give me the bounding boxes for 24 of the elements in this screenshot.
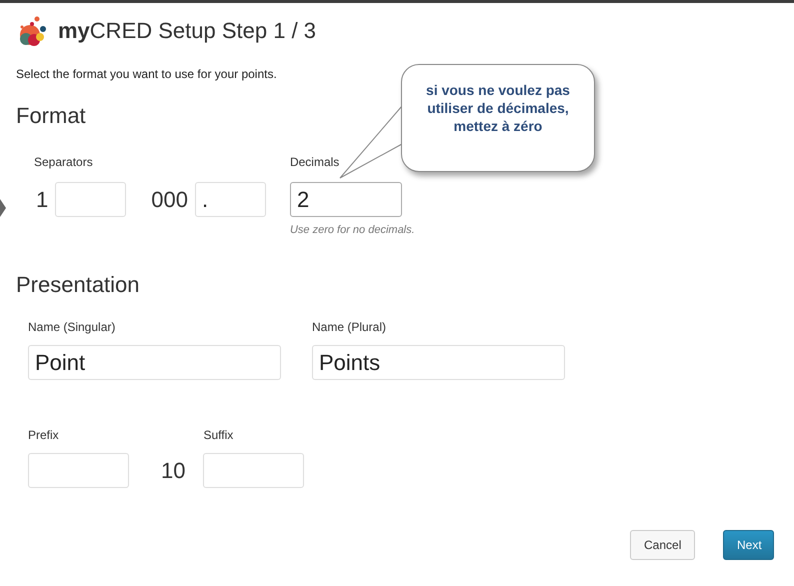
- intro-text: Select the format you want to use for your points.: [16, 67, 278, 81]
- suffix-field[interactable]: [203, 453, 304, 488]
- name-field[interactable]: Point: [28, 345, 281, 380]
- number-sample: 000: [151, 186, 188, 212]
- cancel-button[interactable]: Cancel: [630, 530, 695, 560]
- field-label: Prefix: [28, 428, 60, 442]
- field-label: Name (Plural): [312, 320, 388, 334]
- section-heading: Presentation: [16, 272, 140, 298]
- decimals-field[interactable]: 2: [290, 182, 402, 217]
- name-field[interactable]: Points: [312, 345, 565, 380]
- field-label: Name (Singular): [28, 320, 116, 334]
- field-label: Decimals: [290, 155, 340, 169]
- page-title: myCRED Setup Step 1 / 3: [58, 18, 316, 44]
- number-sample: 1: [36, 186, 48, 212]
- hint-text: Use zero for no decimals.: [290, 224, 415, 236]
- number-sample: 10: [161, 458, 186, 484]
- next-button[interactable]: Next: [723, 530, 774, 560]
- field-label: Suffix: [203, 428, 234, 442]
- chevron-icon[interactable]: [0, 199, 6, 217]
- separator-field[interactable]: [55, 182, 126, 217]
- prefix-field[interactable]: [28, 453, 129, 488]
- section-heading: Format: [16, 103, 86, 129]
- field-label: Separators: [34, 155, 94, 169]
- separator-field[interactable]: .: [194, 182, 266, 217]
